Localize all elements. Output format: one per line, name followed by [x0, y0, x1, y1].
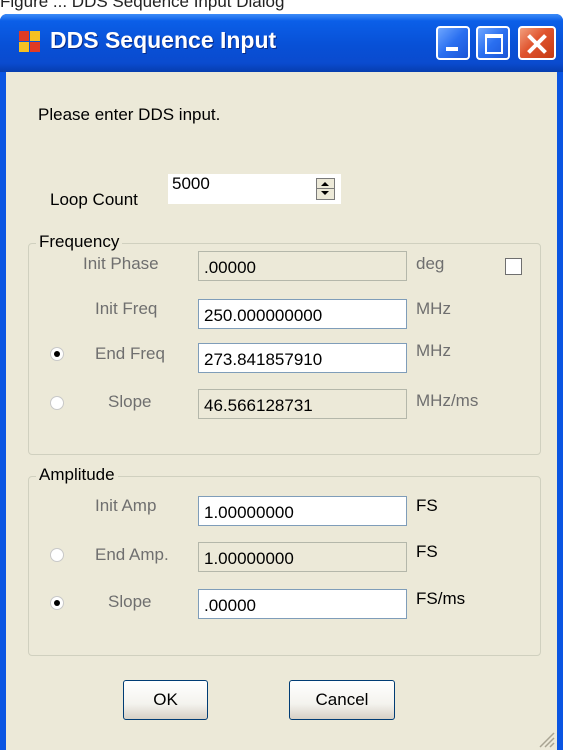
- amp-slope-field[interactable]: .00000: [198, 589, 407, 619]
- dialog-client-area: Please enter DDS input. Loop Count 5000 …: [6, 72, 557, 750]
- close-icon[interactable]: [518, 26, 556, 60]
- end-amp-field[interactable]: 1.00000000: [198, 542, 407, 572]
- freq-slope-label: Slope: [108, 392, 152, 411]
- spin-down-icon[interactable]: [317, 189, 334, 199]
- end-amp-radio[interactable]: [50, 548, 64, 562]
- background-caption-strip: Figure ... DDS Sequence Input Dialog: [0, 0, 563, 14]
- freq-slope-radio[interactable]: [50, 396, 64, 410]
- amplitude-group-title: Amplitude: [36, 465, 118, 485]
- init-amp-unit: FS: [416, 496, 438, 515]
- init-phase-label: Init Phase: [83, 254, 159, 273]
- init-phase-unit: deg: [416, 254, 445, 273]
- resize-grip-icon[interactable]: [537, 730, 555, 748]
- init-phase-field[interactable]: .00000: [198, 251, 407, 281]
- init-amp-field[interactable]: 1.00000000: [198, 496, 407, 526]
- amp-slope-radio[interactable]: [50, 596, 64, 610]
- amp-slope-label: Slope: [108, 592, 152, 611]
- dialog-window: DDS Sequence Input Please enter DDS inpu…: [0, 14, 563, 750]
- prompt-text: Please enter DDS input.: [38, 105, 221, 124]
- end-freq-unit: MHz: [416, 341, 451, 360]
- end-amp-label: End Amp.: [95, 545, 169, 564]
- init-freq-field[interactable]: 250.000000000: [198, 299, 407, 329]
- end-amp-unit: FS: [416, 542, 438, 561]
- spin-up-icon[interactable]: [317, 179, 334, 189]
- loop-count-spinner[interactable]: 5000: [168, 174, 341, 204]
- cancel-button[interactable]: Cancel: [289, 680, 395, 720]
- app-icon: [19, 31, 41, 53]
- init-phase-checkbox[interactable]: [505, 258, 522, 275]
- init-amp-label: Init Amp: [95, 496, 157, 515]
- freq-slope-unit: MHz/ms: [416, 391, 479, 410]
- title-bar[interactable]: DDS Sequence Input: [0, 14, 563, 72]
- freq-slope-field[interactable]: 46.566128731: [198, 389, 407, 419]
- maximize-icon[interactable]: [476, 26, 510, 60]
- background-caption-text: Figure ... DDS Sequence Input Dialog: [0, 0, 285, 11]
- end-freq-field[interactable]: 273.841857910: [198, 343, 407, 373]
- frequency-group-title: Frequency: [36, 232, 123, 252]
- init-freq-unit: MHz: [416, 299, 451, 318]
- loop-count-input[interactable]: 5000: [172, 174, 210, 194]
- init-freq-label: Init Freq: [95, 299, 158, 318]
- amp-slope-unit: FS/ms: [416, 589, 466, 608]
- end-freq-radio[interactable]: [50, 347, 64, 361]
- screen: Figure ... DDS Sequence Input Dialog DDS…: [0, 0, 563, 750]
- spinner-buttons: [316, 178, 335, 200]
- loop-count-label: Loop Count: [50, 190, 138, 209]
- end-freq-label: End Freq: [95, 344, 165, 363]
- minimize-icon[interactable]: [436, 26, 470, 60]
- ok-button[interactable]: OK: [123, 680, 208, 720]
- window-title: DDS Sequence Input: [50, 27, 277, 53]
